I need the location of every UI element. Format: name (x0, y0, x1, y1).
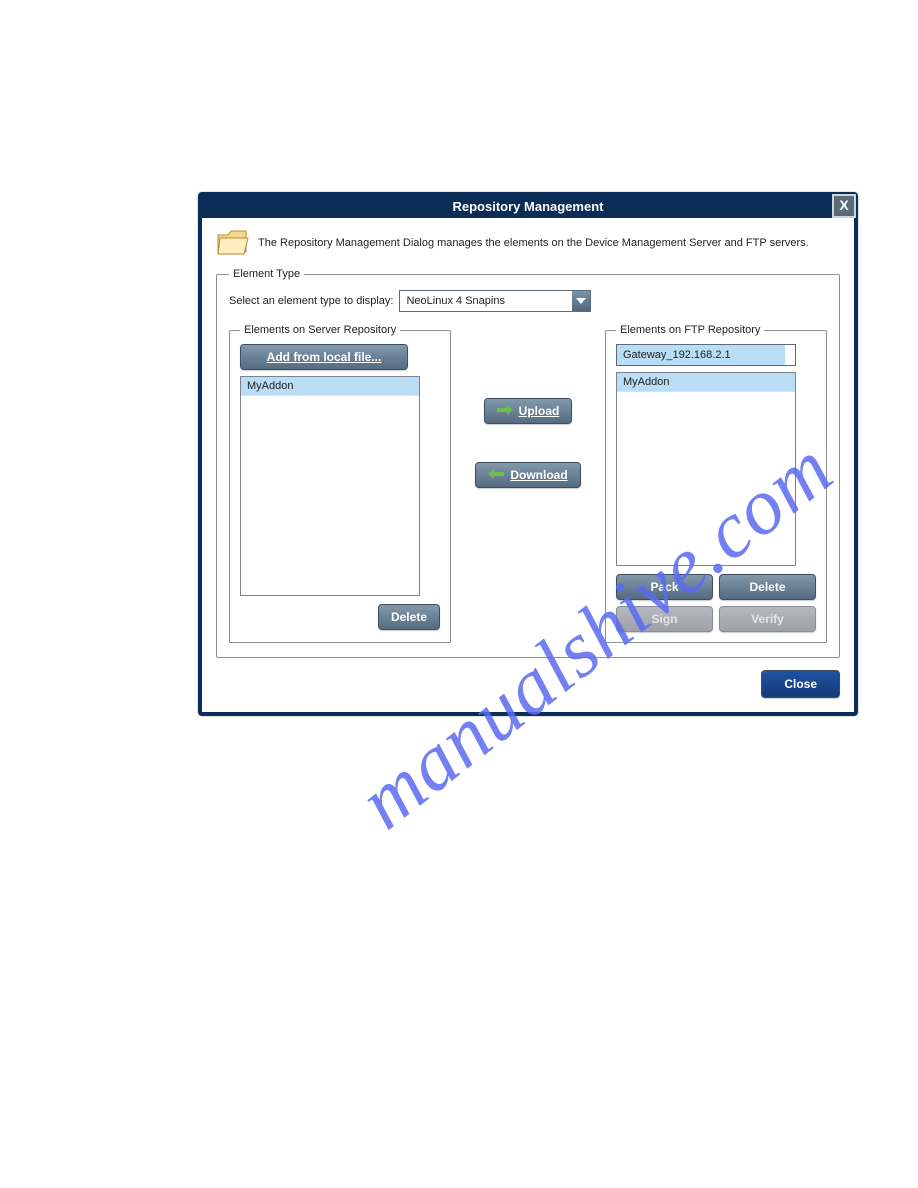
dialog-titlebar: Repository Management X (202, 196, 854, 218)
verify-label: Verify (751, 612, 784, 626)
upload-label: Upload (519, 404, 560, 418)
dialog-body: The Repository Management Dialog manages… (202, 218, 854, 712)
ftp-delete-button[interactable]: Delete (719, 574, 816, 600)
dialog-footer: Close (216, 670, 840, 698)
gateway-dropdown[interactable]: Gateway_192.168.2.1 (616, 344, 796, 366)
ftp-delete-label: Delete (749, 580, 785, 594)
chevron-down-icon[interactable] (572, 291, 590, 311)
repository-columns: Elements on Server Repository Add from l… (229, 324, 827, 643)
close-icon: X (839, 197, 848, 213)
upload-button[interactable]: Upload (484, 398, 573, 424)
dialog-title: Repository Management (453, 199, 604, 214)
element-type-group: Element Type Select an element type to d… (216, 268, 840, 658)
chevron-down-icon[interactable] (785, 352, 795, 358)
add-from-local-label: Add from local file... (267, 350, 382, 364)
server-repo-group: Elements on Server Repository Add from l… (229, 324, 451, 643)
close-button[interactable]: X (832, 194, 856, 218)
gateway-value: Gateway_192.168.2.1 (617, 345, 785, 365)
server-delete-label: Delete (391, 610, 427, 624)
arrow-left-icon (488, 468, 504, 482)
close-dialog-label: Close (784, 677, 817, 691)
element-type-label: Select an element type to display: (229, 295, 393, 307)
ftp-repo-legend: Elements on FTP Repository (616, 324, 764, 336)
list-item[interactable]: MyAddon (241, 377, 419, 396)
pack-label: Pack (650, 580, 678, 594)
server-repo-legend: Elements on Server Repository (240, 324, 400, 336)
element-type-dropdown[interactable]: NeoLinux 4 Snapins (399, 290, 591, 312)
repository-management-dialog: Repository Management X The Repository M… (198, 192, 858, 716)
pack-button[interactable]: Pack (616, 574, 713, 600)
ftp-repo-list[interactable]: MyAddon (616, 372, 796, 566)
sign-button: Sign (616, 606, 713, 632)
download-button[interactable]: Download (475, 462, 580, 488)
folder-icon (216, 228, 250, 258)
element-type-value: NeoLinux 4 Snapins (400, 291, 572, 311)
close-dialog-button[interactable]: Close (761, 670, 840, 698)
server-delete-button[interactable]: Delete (378, 604, 440, 630)
intro-row: The Repository Management Dialog manages… (216, 228, 840, 258)
sign-label: Sign (652, 612, 678, 626)
transfer-column: Upload Download (451, 324, 605, 643)
verify-button: Verify (719, 606, 816, 632)
add-from-local-button[interactable]: Add from local file... (240, 344, 408, 370)
element-type-row: Select an element type to display: NeoLi… (229, 290, 827, 312)
ftp-button-grid: Pack Delete Sign Verify (616, 574, 816, 632)
list-item[interactable]: MyAddon (617, 373, 795, 392)
arrow-right-icon (497, 404, 513, 418)
server-repo-list[interactable]: MyAddon (240, 376, 420, 596)
download-label: Download (510, 468, 567, 482)
intro-text: The Repository Management Dialog manages… (258, 237, 809, 249)
ftp-repo-group: Elements on FTP Repository Gateway_192.1… (605, 324, 827, 643)
element-type-legend: Element Type (229, 268, 304, 280)
